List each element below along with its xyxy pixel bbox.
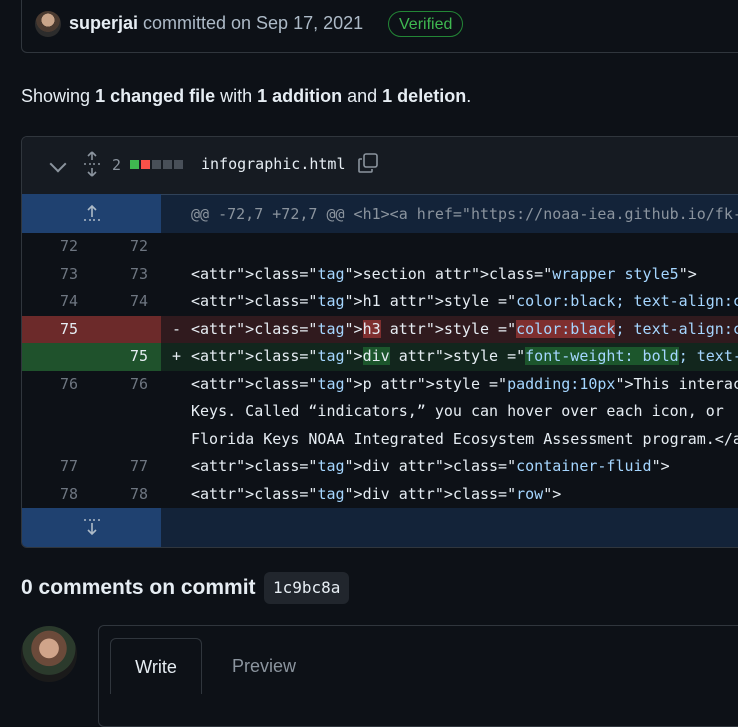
diff-line-wrap: Florida Keys NOAA Integrated Ecosystem A… [22,426,738,454]
diffstat-block [174,160,183,169]
deletion-marker: - [172,319,182,338]
file-diff: 2 infographic.html @@ -72,7 +72,7 @@ <h1… [21,136,738,548]
commit-sha[interactable]: 1c9bc8a [264,572,350,604]
hunk-footer [22,508,738,547]
diffstat-block [141,160,150,169]
code-text: <attr">class="tag">div attr">class="cont… [191,457,670,475]
diff-line-wrap: Keys. Called “indicators,” you can hover… [22,398,738,426]
old-line-number[interactable]: 73 [22,261,78,288]
diff-line: 74 74 <attr">class="tag">h1 attr">style … [22,288,738,316]
chevron-down-icon[interactable] [49,155,67,173]
addition-marker: + [172,347,182,365]
file-header: 2 infographic.html [22,137,738,195]
diffstat [130,160,183,169]
code-text: <attr">class="tag">div attr">class="row"… [191,484,562,503]
new-line-number[interactable]: 74 [92,288,148,315]
diff-summary: Showing 1 changed file with 1 addition a… [21,86,471,107]
hunk-header: @@ -72,7 +72,7 @@ <h1><a href="https://n… [22,194,738,233]
diff-line: 72 72 [22,233,738,261]
diffstat-block [130,160,139,169]
diff-line: 76 76 <attr">class="tag">p attr">style =… [22,371,738,399]
new-line-number[interactable]: 77 [92,453,148,480]
new-line-number[interactable]: 76 [92,371,148,398]
new-line-number[interactable]: 72 [92,233,148,260]
author-name[interactable]: superjai [69,13,138,34]
comments-title: 0 comments on commit [21,576,256,599]
diff-line: 77 77 <attr">class="tag">div attr">class… [22,453,738,481]
diff-line: 78 78 <attr">class="tag">div attr">class… [22,481,738,509]
old-line-number[interactable]: 72 [22,233,78,260]
code-text: <attr">class="tag">h1 attr">style ="colo… [191,292,738,310]
summary-end: . [466,86,472,106]
old-line-number[interactable]: 78 [22,481,78,508]
unfold-icon[interactable] [82,151,102,177]
hunk-gutter [22,194,161,233]
new-line-number[interactable]: 75 [92,343,148,370]
old-line-number[interactable]: 76 [22,371,78,398]
added-line: 75 + <attr">class="tag">div attr">style … [22,343,738,371]
summary-with: with [215,86,258,106]
summary-deletions: 1 deletion [382,86,467,106]
verified-badge[interactable]: Verified [388,11,464,37]
old-line-number[interactable]: 77 [22,453,78,480]
new-line-number[interactable]: 73 [92,261,148,288]
code-text: <attr">class="tag">h3 attr">style ="colo… [191,319,738,338]
code-text: Florida Keys NOAA Integrated Ecosystem A… [191,429,738,448]
code-text: Keys. Called “indicators,” you can hover… [191,402,724,420]
expand-down-icon[interactable] [82,517,102,537]
code-text: <attr">class="tag">div attr">style ="fon… [191,347,738,365]
copy-icon[interactable] [357,152,379,174]
diff-line: 73 73 <attr">class="tag">section attr">c… [22,261,738,289]
diff-lines: 72 72 73 73 <attr">class="tag">section a… [22,233,738,508]
expand-up-icon[interactable] [82,203,102,223]
diffstat-block [152,160,161,169]
diffstat-block [163,160,172,169]
file-name-link[interactable]: infographic.html [201,155,346,173]
tab-write[interactable]: Write [110,638,202,694]
author-avatar[interactable] [35,11,61,37]
summary-prefix: Showing [21,86,96,106]
code-text: <attr">class="tag">section attr">class="… [191,264,697,283]
tab-preview[interactable]: Preview [232,656,296,677]
summary-files: 1 changed file [95,86,216,106]
code-text: <attr">class="tag">p attr">style ="paddi… [191,374,738,393]
summary-additions: 1 addition [257,86,343,106]
user-avatar[interactable] [21,626,77,682]
old-line-number[interactable]: 74 [22,288,78,315]
change-count: 2 [112,156,122,174]
new-line-number[interactable]: 78 [92,481,148,508]
old-line-number[interactable]: 75 [22,316,78,343]
deleted-line: 75 - <attr">class="tag">h3 attr">style =… [22,315,738,343]
hunk-text: @@ -72,7 +72,7 @@ <h1><a href="https://n… [191,205,738,223]
hunk-gutter [22,508,161,547]
summary-and: and [342,86,383,106]
commit-date-text: committed on Sep 17, 2021 [143,13,364,33]
